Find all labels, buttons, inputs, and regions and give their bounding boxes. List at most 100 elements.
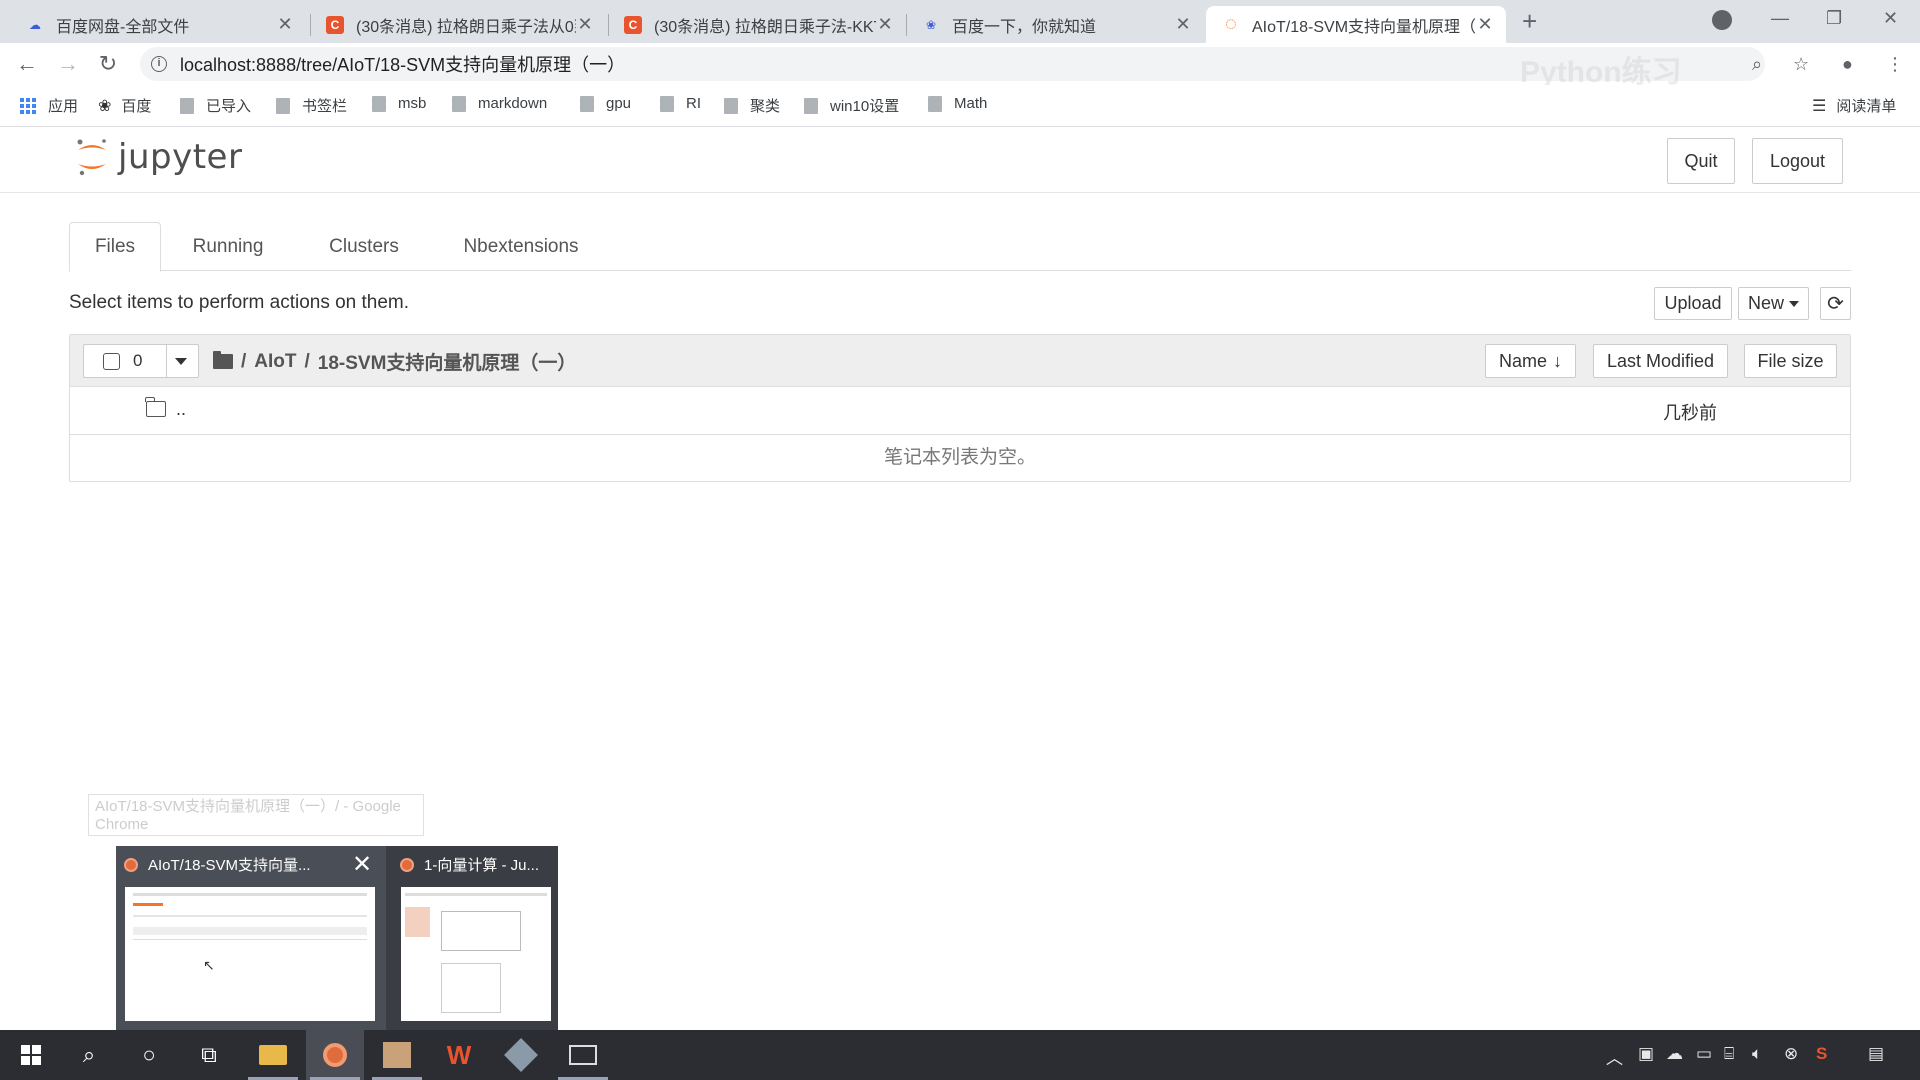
bookmark-label: Math — [954, 95, 988, 112]
quit-button[interactable]: Quit — [1667, 138, 1735, 184]
close-tab-icon[interactable]: ✕ — [1476, 14, 1494, 35]
new-dropdown-button[interactable]: New — [1738, 287, 1809, 320]
close-tab-icon[interactable]: ✕ — [276, 14, 294, 35]
empty-list-message: 笔记本列表为空。 — [883, 447, 1036, 468]
bookmark-label: 书签栏 — [302, 98, 348, 115]
zoom-icon[interactable]: ⌕ — [1752, 54, 1762, 75]
forward-icon[interactable]: → — [55, 51, 81, 77]
close-tab-icon[interactable]: ✕ — [576, 14, 594, 35]
image-app-icon[interactable] — [368, 1030, 426, 1080]
battery-icon[interactable]: ▭ — [1696, 1044, 1712, 1064]
notifications-icon[interactable]: ▤ — [1868, 1044, 1884, 1064]
minimize-icon[interactable]: — — [1771, 8, 1789, 29]
folder-open-icon — [145, 397, 166, 417]
parent-dir-link[interactable]: .. — [176, 399, 186, 420]
bookmark-folder[interactable]: markdown — [452, 95, 547, 112]
thumb-line — [133, 939, 367, 940]
refresh-button[interactable]: ⟳ — [1820, 287, 1851, 320]
chrome-icon — [124, 857, 138, 872]
url-text[interactable]: localhost:8888/tree/AIoT/18-SVM支持向量机原理（一… — [180, 51, 625, 77]
logout-button[interactable]: Logout — [1752, 138, 1843, 184]
folder-icon — [660, 95, 674, 112]
bookmark-label: markdown — [478, 95, 548, 112]
bookmark-folder[interactable]: 已导入 — [180, 95, 251, 116]
browser-tab[interactable]: C (30条消息) 拉格朗日乘子法-KKT ✕ — [608, 6, 906, 43]
chrome-taskbar-icon[interactable] — [306, 1030, 364, 1080]
folder-icon — [580, 95, 594, 112]
task-view-icon[interactable]: ⧉ — [180, 1030, 238, 1080]
close-tab-icon[interactable]: ✕ — [1174, 14, 1192, 35]
profile-icon[interactable]: ● — [1842, 54, 1853, 75]
preview-thumbnail: ↖ — [125, 887, 375, 1021]
close-tab-icon[interactable]: ✕ — [876, 14, 894, 35]
browser-tab[interactable]: ❀ 百度一下，你就知道 ✕ — [906, 6, 1204, 43]
tab-clusters[interactable]: Clusters — [305, 222, 423, 271]
list-item-parent-dir[interactable]: .. 几秒前 — [70, 387, 1850, 435]
restore-icon[interactable]: ❐ — [1826, 8, 1842, 29]
menu-icon[interactable]: ⋮ — [1886, 54, 1904, 75]
preview-window-2[interactable]: 1-向量计算 - Ju... — [392, 846, 558, 1030]
status-x-icon[interactable]: ⊗ — [1784, 1044, 1798, 1064]
app-box-icon[interactable] — [492, 1030, 550, 1080]
input-method-icon[interactable]: S — [1816, 1044, 1827, 1064]
close-preview-icon[interactable]: ✕ — [352, 850, 372, 879]
bookmark-folder[interactable]: RI — [660, 95, 701, 112]
volume-icon[interactable]: 🔈︎ — [1752, 1044, 1762, 1064]
wps-icon[interactable]: W — [430, 1030, 488, 1080]
breadcrumb-current[interactable]: 18-SVM支持向量机原理（一） — [318, 348, 577, 375]
browser-tab-bar: ☁ 百度网盘-全部文件 ✕ C (30条消息) 拉格朗日乘子法从0到 ✕ C (… — [0, 0, 1920, 43]
selected-count: 0 — [133, 351, 143, 370]
tab-nbextensions[interactable]: Nbextensions — [440, 222, 602, 271]
bookmark-label: gpu — [606, 95, 632, 112]
close-window-icon[interactable]: ✕ — [1883, 8, 1898, 29]
reading-list-button[interactable]: ☰ 阅读清单 — [1812, 95, 1896, 116]
upload-button[interactable]: Upload — [1654, 287, 1732, 320]
folder-icon[interactable] — [213, 351, 233, 369]
bookmark-label: 应用 — [48, 98, 79, 115]
jupyter-logo-icon — [77, 139, 106, 176]
thumb-line — [133, 893, 367, 896]
notebook-list: 0 / AIoT / 18-SVM支持向量机原理（一） Name ↓ Last … — [69, 334, 1851, 482]
new-tab-button[interactable]: + — [1522, 6, 1537, 37]
select-all-checkbox[interactable] — [103, 353, 120, 370]
tab-files[interactable]: Files — [69, 222, 161, 272]
reload-icon[interactable]: ↻ — [95, 51, 121, 77]
bookmark-folder[interactable]: 书签栏 — [276, 95, 347, 116]
bookmark-apps[interactable]: 应用 — [20, 95, 78, 116]
windows-start-icon[interactable] — [2, 1030, 60, 1080]
apps-grid-icon — [20, 97, 36, 114]
sort-file-size-button[interactable]: File size — [1744, 344, 1837, 378]
select-all-group[interactable]: 0 — [83, 344, 199, 378]
preview-window-1[interactable]: AIoT/18-SVM支持向量... ✕ ↖ — [116, 846, 386, 1030]
bookmark-folder[interactable]: 聚类 — [724, 95, 780, 116]
browser-tab[interactable]: ☁ 百度网盘-全部文件 ✕ — [10, 6, 306, 43]
browser-tab[interactable]: C (30条消息) 拉格朗日乘子法从0到 ✕ — [310, 6, 606, 43]
select-menu-caret-icon[interactable] — [175, 358, 187, 365]
bookmark-star-icon[interactable]: ☆ — [1793, 54, 1809, 75]
folder-icon — [804, 97, 818, 114]
jupyter-logo[interactable]: jupyter — [74, 136, 242, 178]
jupyter-tabs: Files Running Clusters Nbextensions — [69, 222, 1851, 272]
onedrive-icon[interactable]: ☁ — [1666, 1044, 1683, 1064]
usb-icon[interactable]: ▣ — [1638, 1044, 1654, 1064]
bookmark-folder[interactable]: gpu — [580, 95, 631, 112]
search-icon[interactable]: ⌕ — [60, 1030, 118, 1080]
back-icon[interactable]: ← — [14, 51, 40, 77]
thumb-cell — [441, 963, 501, 1013]
terminal-icon[interactable] — [554, 1030, 612, 1080]
browser-tab-active[interactable]: ◌ AIoT/18-SVM支持向量机原理（ ✕ — [1206, 6, 1506, 43]
tab-running[interactable]: Running — [173, 222, 283, 271]
network-icon[interactable]: ⌸ — [1724, 1044, 1734, 1064]
cortana-icon[interactable]: ○ — [120, 1030, 178, 1080]
site-info-icon[interactable]: i — [151, 56, 167, 72]
sort-name-button[interactable]: Name ↓ — [1485, 344, 1576, 378]
file-explorer-icon[interactable] — [244, 1030, 302, 1080]
show-hidden-icons-icon[interactable]: ︿ — [1606, 1044, 1623, 1069]
bookmark-folder[interactable]: msb — [372, 95, 426, 112]
chrome-profile-menu-icon[interactable] — [1712, 10, 1732, 30]
breadcrumb-aiot[interactable]: AIoT — [254, 351, 296, 373]
bookmark-folder[interactable]: win10设置 — [804, 95, 899, 116]
bookmark-baidu[interactable]: ❀ 百度 — [98, 95, 151, 116]
bookmark-folder[interactable]: Math — [928, 95, 987, 112]
sort-last-modified-button[interactable]: Last Modified — [1593, 344, 1728, 378]
